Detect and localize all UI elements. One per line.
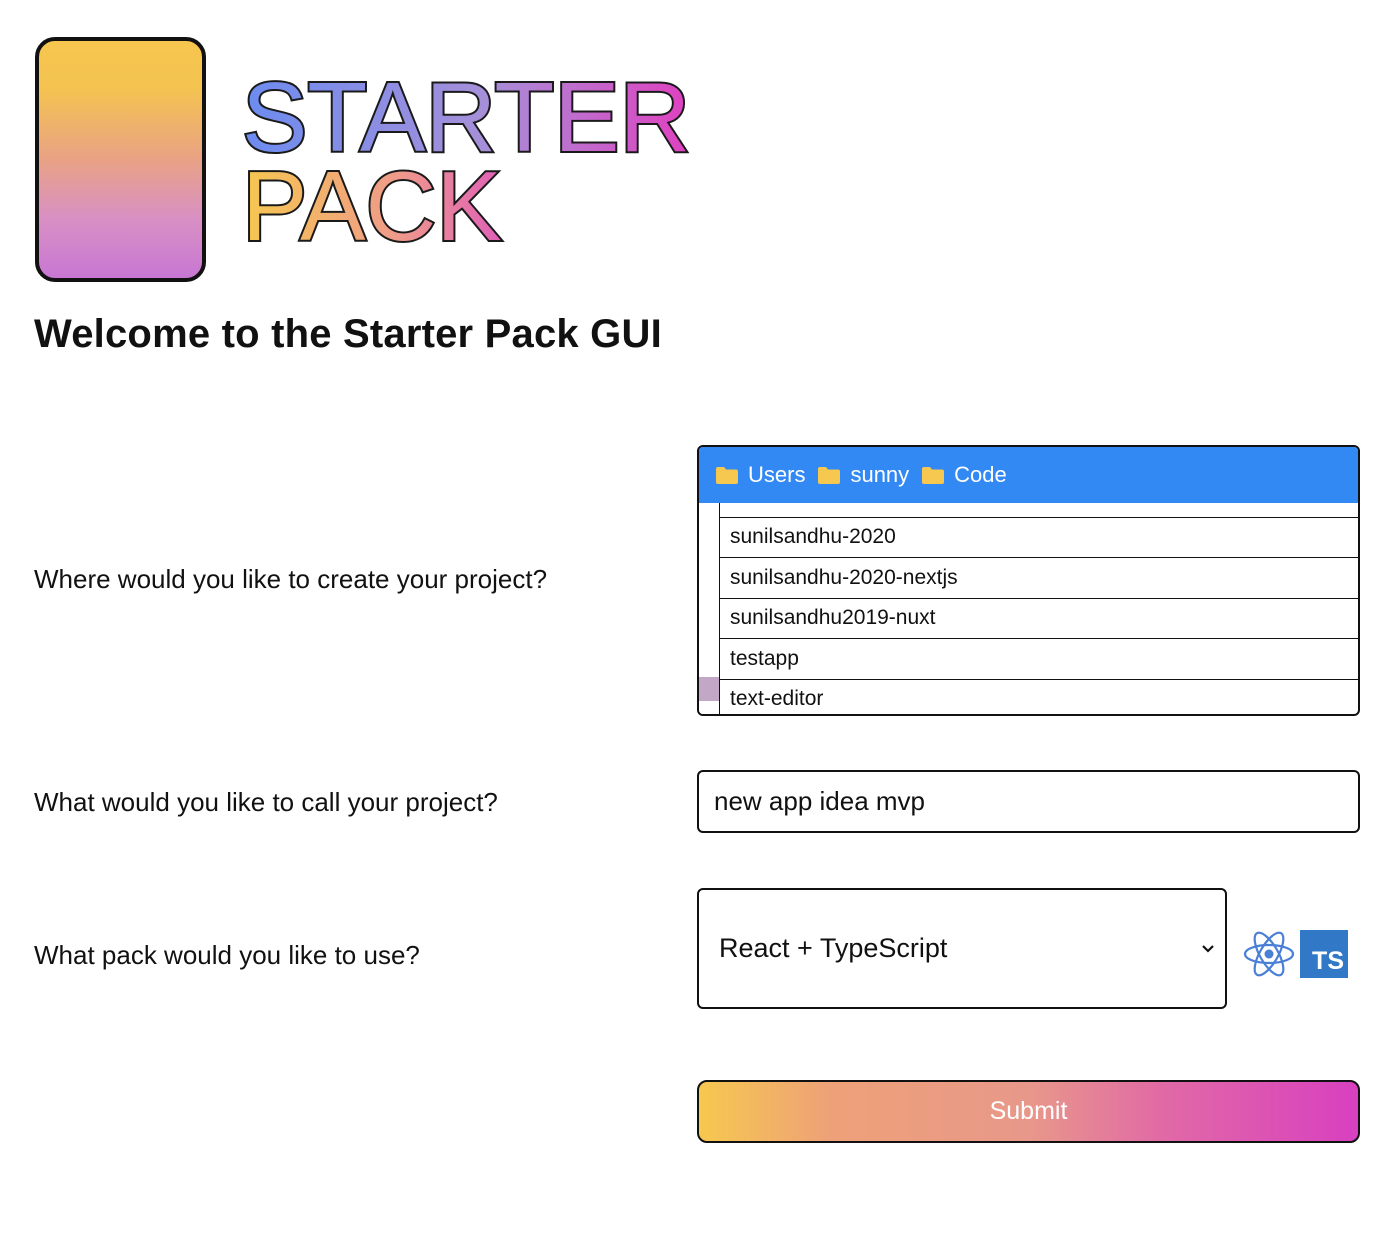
list-item[interactable]: text-editor (720, 680, 1358, 715)
breadcrumb-label: sunny (850, 462, 910, 487)
directory-list-viewport[interactable]: sunilsandhu-2020 sunilsandhu-2020-nextjs… (699, 503, 1358, 715)
logo-line2: PACK (242, 151, 502, 260)
pack-label: What pack would you like to use? (34, 940, 420, 970)
typescript-icon: TS (1300, 930, 1348, 978)
breadcrumb-item-users[interactable]: Users (715, 462, 805, 488)
folder-icon (922, 466, 945, 484)
breadcrumb: Users sunny Code (699, 447, 1358, 503)
list-item[interactable]: sunilsandhu-2020-nextjs (720, 558, 1358, 599)
list-item[interactable] (720, 503, 1358, 518)
page-title: Welcome to the Starter Pack GUI (34, 312, 662, 356)
breadcrumb-label: Users (748, 462, 806, 487)
folder-icon (716, 466, 738, 484)
folder-icon (818, 466, 841, 484)
chevron-down-icon (1202, 944, 1214, 953)
typescript-badge-label: TS (1312, 947, 1344, 975)
list-item[interactable]: testapp (720, 639, 1358, 680)
project-name-input[interactable] (697, 770, 1360, 833)
breadcrumb-item-code[interactable]: Code (921, 462, 1007, 488)
pack-select[interactable]: React + TypeScript (697, 888, 1227, 1009)
location-label: Where would you like to create your proj… (34, 564, 548, 594)
scrollbar[interactable] (699, 503, 720, 714)
directory-list: sunilsandhu-2020 sunilsandhu-2020-nextjs… (720, 503, 1358, 715)
breadcrumb-label: Code (954, 462, 1007, 487)
logo-card (35, 37, 206, 282)
submit-button[interactable]: Submit (697, 1080, 1360, 1143)
project-name-label: What would you like to call your project… (34, 787, 498, 817)
react-icon (1243, 931, 1295, 977)
pack-select-value: React + TypeScript (719, 933, 948, 963)
scrollbar-thumb[interactable] (699, 677, 719, 701)
breadcrumb-item-sunny[interactable]: sunny (817, 462, 909, 488)
directory-browser[interactable]: Users sunny Code sunilsandhu-2020 sunils… (697, 445, 1360, 716)
list-item[interactable]: sunilsandhu2019-nuxt (720, 599, 1358, 639)
list-item[interactable]: sunilsandhu-2020 (720, 518, 1358, 558)
logo-wordmark: STARTER PACK (240, 60, 692, 260)
